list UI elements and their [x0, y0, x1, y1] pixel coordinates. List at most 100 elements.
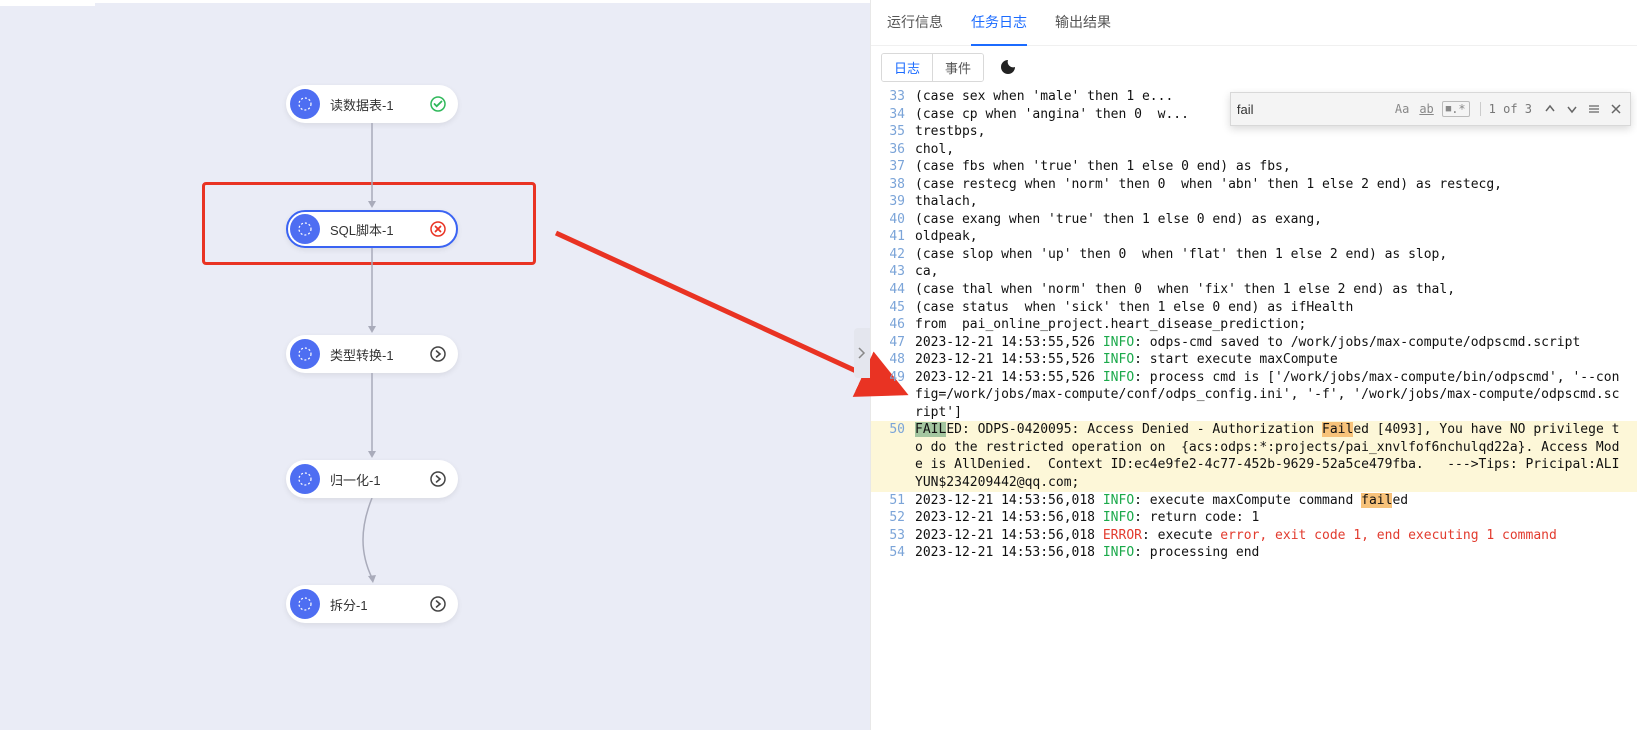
log-text: from pai_online_project.heart_disease_pr… [915, 316, 1637, 334]
subtab-log[interactable]: 日志 [882, 54, 932, 81]
tab-runinfo[interactable]: 运行信息 [887, 0, 943, 46]
line-number: 37 [871, 158, 915, 176]
tab-tasklog[interactable]: 任务日志 [971, 0, 1027, 46]
next-match-icon[interactable] [1564, 103, 1580, 115]
log-text: 2023-12-21 14:53:56,018 INFO: execute ma… [915, 492, 1637, 510]
node-label: 读数据表-1 [330, 95, 428, 114]
workflow-canvas[interactable]: 读数据表-1 SQL脚本-1 类型转换-1 归一化-1 [0, 0, 870, 730]
line-number: 52 [871, 509, 915, 527]
node-icon [290, 464, 320, 494]
log-line: 472023-12-21 14:53:55,526 INFO: odps-cmd… [871, 334, 1637, 352]
log-line: 542023-12-21 14:53:56,018 INFO: processi… [871, 544, 1637, 562]
log-text: (case slop when 'up' then 0 when 'flat' … [915, 246, 1637, 264]
log-line: 39thalach, [871, 193, 1637, 211]
log-lines: 33(case sex when 'male' then 1 e...34(ca… [871, 88, 1637, 562]
search-box: Aa ab ■.* 1 of 3 [1230, 92, 1631, 126]
line-number: 35 [871, 123, 915, 141]
node-label: 拆分-1 [330, 595, 428, 614]
line-number: 34 [871, 106, 915, 124]
search-input[interactable] [1237, 102, 1387, 117]
node-icon [290, 89, 320, 119]
right-panel: 运行信息 任务日志 输出结果 日志 事件 33(case sex when 'm… [870, 0, 1637, 730]
node-type-convert[interactable]: 类型转换-1 [286, 335, 458, 373]
log-text: 2023-12-21 14:53:55,526 INFO: start exec… [915, 351, 1637, 369]
more-icon[interactable] [428, 344, 448, 364]
line-number: 44 [871, 281, 915, 299]
log-line: 492023-12-21 14:53:55,526 INFO: process … [871, 369, 1637, 422]
log-line: 532023-12-21 14:53:56,018 ERROR: execute… [871, 527, 1637, 545]
line-number: 45 [871, 299, 915, 317]
tab-bar: 运行信息 任务日志 输出结果 [871, 0, 1637, 46]
line-number: 50 [871, 421, 915, 491]
log-text: 2023-12-21 14:53:55,526 INFO: process cm… [915, 369, 1637, 422]
tab-output[interactable]: 输出结果 [1055, 0, 1111, 46]
line-number: 43 [871, 263, 915, 281]
log-text: 2023-12-21 14:53:55,526 INFO: odps-cmd s… [915, 334, 1637, 352]
log-text: (case restecg when 'norm' then 0 when 'a… [915, 176, 1637, 194]
log-text: oldpeak, [915, 228, 1637, 246]
log-line: 38(case restecg when 'norm' then 0 when … [871, 176, 1637, 194]
node-split[interactable]: 拆分-1 [286, 585, 458, 623]
log-line: 50FAILED: ODPS-0420095: Access Denied - … [871, 421, 1637, 491]
close-search-icon[interactable] [1608, 103, 1624, 115]
edge [350, 373, 410, 461]
node-label: SQL脚本-1 [330, 220, 428, 239]
subtab-event[interactable]: 事件 [932, 54, 983, 81]
log-line: 522023-12-21 14:53:56,018 INFO: return c… [871, 509, 1637, 527]
node-read-table[interactable]: 读数据表-1 [286, 85, 458, 123]
prev-match-icon[interactable] [1542, 103, 1558, 115]
line-number: 54 [871, 544, 915, 562]
dark-mode-toggle[interactable] [994, 53, 1022, 81]
match-word-icon[interactable]: ab [1417, 102, 1435, 116]
line-number: 51 [871, 492, 915, 510]
log-line: 36chol, [871, 141, 1637, 159]
node-normalize[interactable]: 归一化-1 [286, 460, 458, 498]
log-text: (case fbs when 'true' then 1 else 0 end)… [915, 158, 1637, 176]
panel-collapse-handle[interactable] [854, 328, 870, 378]
log-text: FAILED: ODPS-0420095: Access Denied - Au… [915, 421, 1637, 491]
log-text: chol, [915, 141, 1637, 159]
log-text: 2023-12-21 14:53:56,018 INFO: processing… [915, 544, 1637, 562]
node-icon [290, 589, 320, 619]
node-sql-script[interactable]: SQL脚本-1 [286, 210, 458, 248]
line-number: 47 [871, 334, 915, 352]
node-label: 归一化-1 [330, 470, 428, 489]
match-case-icon[interactable]: Aa [1393, 102, 1411, 116]
log-text: (case status when 'sick' then 1 else 0 e… [915, 299, 1637, 317]
more-icon[interactable] [428, 469, 448, 489]
more-icon[interactable] [428, 594, 448, 614]
log-text: ca, [915, 263, 1637, 281]
line-number: 42 [871, 246, 915, 264]
node-label: 类型转换-1 [330, 345, 428, 364]
log-line: 40(case exang when 'true' then 1 else 0 … [871, 211, 1637, 229]
line-number: 36 [871, 141, 915, 159]
log-text: 2023-12-21 14:53:56,018 ERROR: execute e… [915, 527, 1637, 545]
success-icon [428, 94, 448, 114]
log-text: thalach, [915, 193, 1637, 211]
log-line: 41oldpeak, [871, 228, 1637, 246]
log-line: 43ca, [871, 263, 1637, 281]
log-line: 512023-12-21 14:53:56,018 INFO: execute … [871, 492, 1637, 510]
error-icon [428, 219, 448, 239]
search-count: 1 of 3 [1480, 102, 1536, 116]
log-text: (case thal when 'norm' then 0 when 'fix'… [915, 281, 1637, 299]
search-menu-icon[interactable] [1586, 103, 1602, 115]
line-number: 39 [871, 193, 915, 211]
log-line: 46from pai_online_project.heart_disease_… [871, 316, 1637, 334]
log-line: 45(case status when 'sick' then 1 else 0… [871, 299, 1637, 317]
line-number: 33 [871, 88, 915, 106]
log-line: 42(case slop when 'up' then 0 when 'flat… [871, 246, 1637, 264]
log-viewer[interactable]: 33(case sex when 'male' then 1 e...34(ca… [871, 88, 1637, 730]
subtab-bar: 日志 事件 [871, 46, 1637, 88]
edge [340, 498, 420, 586]
line-number: 53 [871, 527, 915, 545]
line-number: 38 [871, 176, 915, 194]
line-number: 49 [871, 369, 915, 422]
log-text: 2023-12-21 14:53:56,018 INFO: return cod… [915, 509, 1637, 527]
log-text: (case exang when 'true' then 1 else 0 en… [915, 211, 1637, 229]
line-number: 48 [871, 351, 915, 369]
line-number: 40 [871, 211, 915, 229]
node-icon [290, 339, 320, 369]
regex-icon[interactable]: ■.* [1442, 101, 1470, 117]
line-number: 41 [871, 228, 915, 246]
